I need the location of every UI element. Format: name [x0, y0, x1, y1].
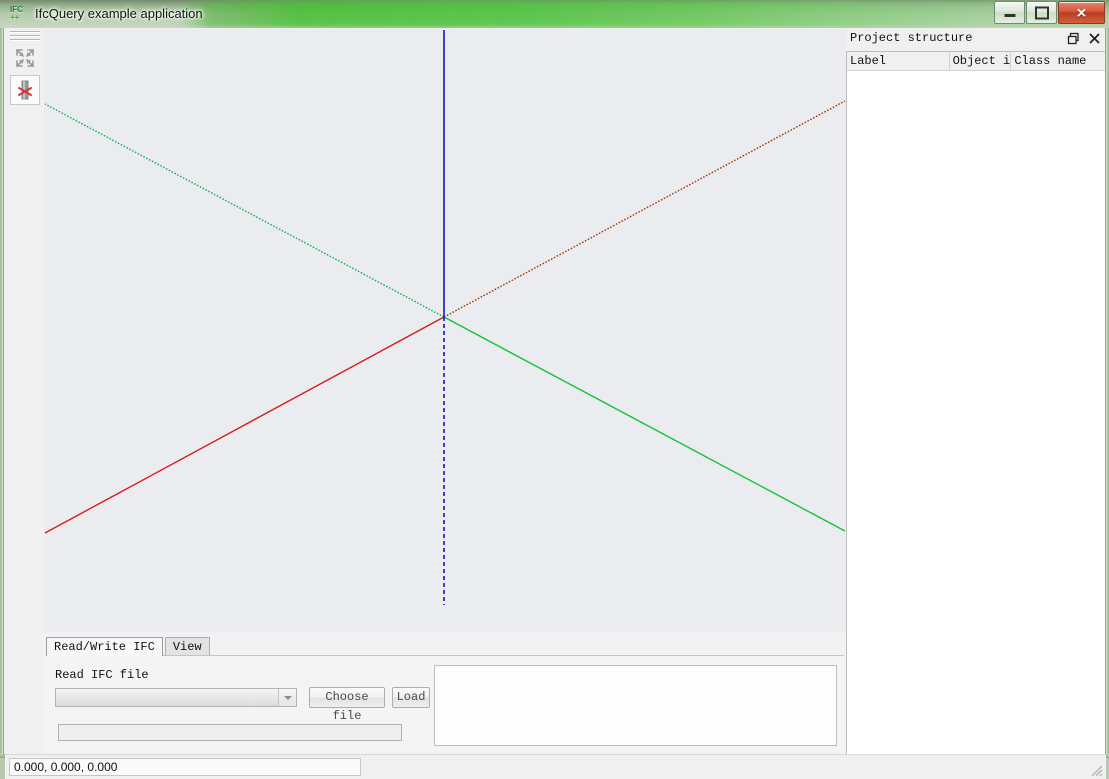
- minimize-icon: [1004, 14, 1015, 17]
- minimize-button[interactable]: [994, 1, 1025, 24]
- tab-content-read-write-ifc: Read IFC file Choose file Load: [46, 655, 844, 752]
- table-header-row: Label Object id Class name: [847, 52, 1105, 71]
- tab-strip: Read/Write IFC View: [46, 637, 212, 656]
- close-button[interactable]: ✕: [1058, 1, 1105, 24]
- ifc-file-combobox-value[interactable]: [56, 689, 278, 706]
- bottom-tab-panel: Read/Write IFC View Read IFC file Choose…: [44, 632, 846, 754]
- float-dock-button[interactable]: [1067, 32, 1080, 45]
- project-structure-dock: Project structure Label Object id Class …: [846, 29, 1105, 754]
- chevron-down-icon[interactable]: [278, 689, 296, 706]
- clash-column-button[interactable]: [10, 75, 40, 105]
- axis-y-positive: [443, 316, 846, 532]
- close-dock-button[interactable]: [1088, 32, 1101, 45]
- toolbar-drag-handle[interactable]: [10, 31, 40, 41]
- coordinate-axes: [44, 30, 846, 605]
- log-output-textarea[interactable]: [434, 665, 837, 746]
- column-header-object-id[interactable]: Object id: [949, 52, 1012, 71]
- axis-x-negative: [44, 316, 445, 534]
- read-ifc-file-label: Read IFC file: [55, 668, 149, 682]
- project-structure-table[interactable]: Label Object id Class name: [846, 51, 1105, 754]
- coordinates-status-field: 0.000, 0.000, 0.000: [9, 758, 361, 776]
- column-header-label[interactable]: Label: [847, 52, 950, 71]
- tab-read-write-ifc[interactable]: Read/Write IFC: [46, 637, 163, 656]
- fit-to-view-button[interactable]: [10, 43, 40, 73]
- column-cross-icon: [18, 80, 32, 100]
- dock-title-label: Project structure: [850, 31, 973, 45]
- column-header-class-name[interactable]: Class name: [1011, 52, 1105, 71]
- tab-view[interactable]: View: [164, 637, 210, 656]
- close-icon: ✕: [1076, 5, 1087, 20]
- title-bar[interactable]: IFC ++ IfcQuery example application ✕: [0, 0, 1109, 28]
- choose-file-button[interactable]: Choose file: [309, 687, 385, 723]
- expand-arrows-icon: [16, 49, 34, 67]
- axis-y-negative: [44, 103, 445, 318]
- restore-icon: [1034, 6, 1049, 19]
- ifc-file-combobox[interactable]: [55, 688, 297, 707]
- 3d-viewport[interactable]: [44, 29, 847, 632]
- load-button[interactable]: Load: [392, 687, 430, 708]
- axis-x-positive: [443, 100, 846, 318]
- restore-button[interactable]: [1026, 1, 1057, 24]
- application-window: IFC ++ IfcQuery example application ✕ Re…: [0, 0, 1109, 779]
- window-controls: ✕: [994, 1, 1105, 24]
- dock-title-bar[interactable]: Project structure: [846, 29, 1105, 51]
- vertical-toolbar: [8, 29, 44, 729]
- close-icon: [1089, 33, 1100, 44]
- ifc-plusplus-icon: IFC ++: [10, 5, 23, 22]
- resize-grip-icon[interactable]: [1089, 763, 1103, 777]
- client-area: Read/Write IFC View Read IFC file Choose…: [3, 28, 1106, 779]
- dock-title-buttons: [1067, 32, 1101, 45]
- float-icon: [1067, 32, 1079, 45]
- load-progress-bar: [58, 724, 402, 741]
- window-title: IfcQuery example application: [35, 6, 203, 21]
